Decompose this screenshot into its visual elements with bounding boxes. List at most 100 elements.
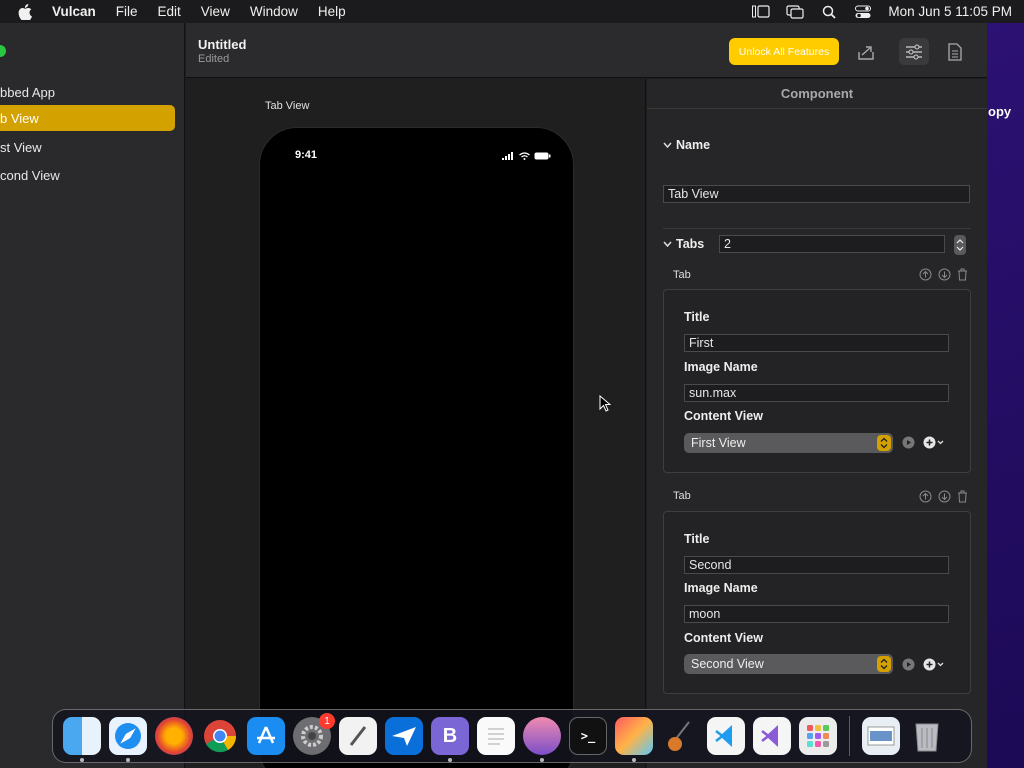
chrome-icon[interactable]: [201, 717, 239, 755]
stage-manager-icon[interactable]: [752, 5, 771, 19]
move-down-icon[interactable]: [938, 268, 951, 281]
inspector-panel: Component Name Tab View Tabs 2 Tab Title…: [647, 79, 987, 768]
dock-separator: [849, 716, 850, 756]
tabs-section-title: Tabs: [676, 237, 705, 251]
content-view-label: Content View: [684, 409, 763, 423]
document-status: Edited: [198, 53, 230, 65]
screen-mirroring-icon[interactable]: [786, 4, 805, 19]
name-section-toggle[interactable]: Name: [663, 138, 710, 152]
cellular-icon: [502, 152, 513, 160]
image-name-label: Image Name: [684, 581, 758, 595]
tab-actions: [919, 490, 968, 503]
menu-view[interactable]: View: [201, 4, 230, 19]
component-name-field[interactable]: Tab View: [663, 185, 970, 203]
menu-app-name[interactable]: Vulcan: [52, 4, 96, 19]
document-title: Untitled: [198, 37, 247, 52]
tab-editor-box: Title First Image Name sun.max Content V…: [663, 289, 971, 473]
chevron-down-icon: [663, 241, 672, 247]
tabs-count-stepper[interactable]: [954, 235, 966, 255]
play-circle-icon[interactable]: [902, 658, 915, 671]
battery-icon: [534, 152, 551, 160]
mouse-cursor-icon: [599, 394, 612, 416]
sidebar: bbed App b View st View cond View: [0, 23, 185, 768]
sidebar-item-label: b View: [0, 110, 39, 126]
menu-bar: Vulcan File Edit View Window Help Mon Ju…: [0, 0, 1024, 23]
chevron-down-icon: [663, 142, 672, 148]
phone-preview[interactable]: 9:41: [259, 127, 574, 768]
textedit-icon[interactable]: [477, 717, 515, 755]
control-center-icon[interactable]: [854, 5, 872, 19]
preview-canvas: Tab View 9:41: [186, 79, 646, 768]
tab-title-field[interactable]: Second: [684, 556, 949, 574]
title-label: Title: [684, 310, 710, 324]
document-icon[interactable]: [940, 38, 970, 65]
title-label: Title: [684, 532, 710, 546]
tab-title-field[interactable]: First: [684, 334, 949, 352]
sidebar-item-second-view[interactable]: cond View: [0, 162, 175, 188]
tab-caption: Tab: [673, 269, 691, 281]
menu-window[interactable]: Window: [250, 4, 298, 19]
trash-can-icon[interactable]: [908, 717, 946, 755]
toolbar: Untitled Edited Unlock All Features: [186, 23, 987, 78]
phone-clock: 9:41: [295, 149, 318, 161]
move-down-icon[interactable]: [938, 490, 951, 503]
spotlight-search-icon[interactable]: [820, 5, 838, 19]
photo-app-icon[interactable]: [615, 717, 653, 762]
firefox-icon[interactable]: [155, 717, 193, 755]
safari-icon[interactable]: [109, 717, 147, 762]
instruments-icon[interactable]: [661, 717, 699, 755]
tabs-count-field[interactable]: 2: [719, 235, 945, 253]
add-menu-icon[interactable]: [923, 436, 945, 449]
share-icon[interactable]: [851, 38, 881, 65]
menu-help[interactable]: Help: [318, 4, 346, 19]
move-up-icon[interactable]: [919, 490, 932, 503]
select-arrows-icon: [877, 656, 891, 672]
script-editor-icon[interactable]: [339, 717, 377, 755]
apple-icon[interactable]: [18, 3, 34, 20]
unlock-all-features-button[interactable]: Unlock All Features: [729, 38, 839, 65]
sunset-app-icon[interactable]: [523, 717, 561, 762]
content-view-value: First View: [691, 436, 746, 450]
inspector-title: Component: [647, 79, 987, 109]
app-store-icon[interactable]: [247, 717, 285, 755]
app-window: bbed App b View st View cond View Untitl…: [0, 23, 987, 768]
launchpad-icon[interactable]: [799, 717, 837, 755]
move-up-icon[interactable]: [919, 268, 932, 281]
tab-editor-box: Title Second Image Name moon Content Vie…: [663, 511, 971, 694]
content-view-select[interactable]: First View: [684, 433, 893, 453]
bbedit-icon[interactable]: B: [431, 717, 469, 762]
mail-plane-icon[interactable]: [385, 717, 423, 755]
preview-icon[interactable]: [862, 717, 900, 755]
window-zoom-button[interactable]: [0, 45, 6, 57]
sidebar-item-first-view[interactable]: st View: [0, 134, 175, 160]
background-window-text: opy: [988, 104, 1012, 119]
content-view-actions: [902, 436, 945, 449]
vscode-icon[interactable]: [707, 717, 745, 755]
add-menu-icon[interactable]: [923, 658, 945, 671]
trash-icon[interactable]: [957, 490, 968, 503]
phone-status-icons: [502, 152, 551, 160]
play-circle-icon[interactable]: [902, 436, 915, 449]
sidebar-item-label: cond View: [0, 167, 60, 183]
finder-icon[interactable]: [63, 717, 101, 762]
image-name-field[interactable]: moon: [684, 605, 949, 623]
wifi-icon: [519, 152, 530, 160]
content-view-label: Content View: [684, 631, 763, 645]
tabs-section-toggle[interactable]: Tabs: [663, 237, 704, 251]
system-settings-icon[interactable]: 1: [293, 713, 335, 755]
content-view-value: Second View: [691, 657, 764, 671]
tab-caption: Tab: [673, 490, 691, 502]
stepper-arrows-icon: [956, 239, 964, 251]
menu-file[interactable]: File: [116, 4, 138, 19]
image-name-field[interactable]: sun.max: [684, 384, 949, 402]
menu-edit[interactable]: Edit: [158, 4, 181, 19]
dock: 1 B >_: [52, 709, 972, 763]
sidebar-item-tab-view[interactable]: b View: [0, 105, 175, 131]
trash-icon[interactable]: [957, 268, 968, 281]
content-view-select[interactable]: Second View: [684, 654, 893, 674]
menu-clock[interactable]: Mon Jun 5 11:05 PM: [888, 4, 1012, 19]
visual-studio-icon[interactable]: [753, 717, 791, 755]
terminal-icon[interactable]: >_: [569, 717, 607, 755]
sidebar-item-tabbed-app[interactable]: bbed App: [0, 79, 175, 105]
sliders-icon[interactable]: [899, 38, 929, 65]
